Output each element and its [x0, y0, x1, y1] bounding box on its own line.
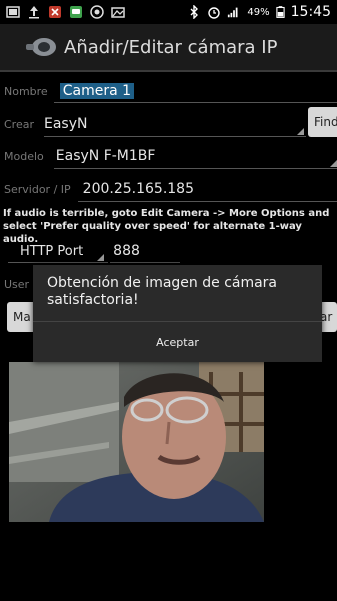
port-dropdown-arrow-icon[interactable] [97, 254, 104, 261]
model-label: Modelo [4, 149, 44, 163]
battery-icon [276, 6, 285, 18]
port-underline [110, 262, 180, 263]
alarm-icon [208, 7, 221, 19]
model-dropdown-arrow-icon[interactable] [330, 160, 337, 167]
make-label: Crear [4, 117, 34, 131]
port-type-underline [8, 262, 108, 263]
chrome-icon [90, 5, 104, 19]
make-underline [44, 136, 306, 137]
upload-icon [29, 6, 39, 19]
status-bar: 49% 15:45 [0, 0, 337, 24]
model-select[interactable]: EasyN F-M1BF [56, 148, 156, 164]
name-input[interactable]: Camera 1 [59, 83, 135, 99]
user-label: User [4, 277, 30, 291]
name-underline [54, 102, 337, 103]
server-underline [78, 201, 337, 202]
battery-percent: 49% [247, 6, 270, 18]
make-dropdown-arrow-icon[interactable] [297, 128, 304, 135]
dialog-message: Obtención de imagen de cámara satisfacto… [47, 275, 278, 308]
camera-snapshot [9, 362, 264, 522]
server-label: Servidor / IP [4, 182, 71, 196]
model-underline [54, 168, 337, 169]
page-title: Añadir/Editar cámara IP [64, 36, 278, 58]
divider [0, 70, 337, 72]
server-row: Servidor / IP 200.25.165.185 [0, 178, 337, 200]
photo-notification-icon [111, 7, 125, 18]
make-row: Crear EasyN [0, 113, 337, 135]
model-row: Modelo EasyN F-M1BF [0, 145, 337, 167]
accept-button[interactable]: Aceptar [33, 322, 322, 362]
name-label: Nombre [4, 84, 48, 98]
action-bar: Añadir/Editar cámara IP [0, 24, 337, 70]
camera-app-icon[interactable] [24, 33, 58, 61]
port-input[interactable]: 888 [113, 243, 140, 259]
find-button[interactable]: Find [308, 107, 337, 137]
chat-notification-icon [70, 6, 82, 18]
gallery-notification-icon [6, 6, 20, 18]
name-row: Nombre Camera 1 [0, 80, 337, 102]
success-dialog: Obtención de imagen de cámara satisfacto… [33, 265, 322, 362]
signal-icon [228, 7, 238, 18]
port-type-select[interactable]: HTTP Port [20, 244, 83, 259]
clock: 15:45 [290, 4, 331, 20]
make-select[interactable]: EasyN [44, 116, 87, 132]
server-input[interactable]: 200.25.165.185 [83, 181, 194, 197]
port-row: HTTP Port 888 [0, 240, 337, 262]
bluetooth-icon [190, 5, 199, 19]
app-notification-icon [49, 6, 61, 18]
